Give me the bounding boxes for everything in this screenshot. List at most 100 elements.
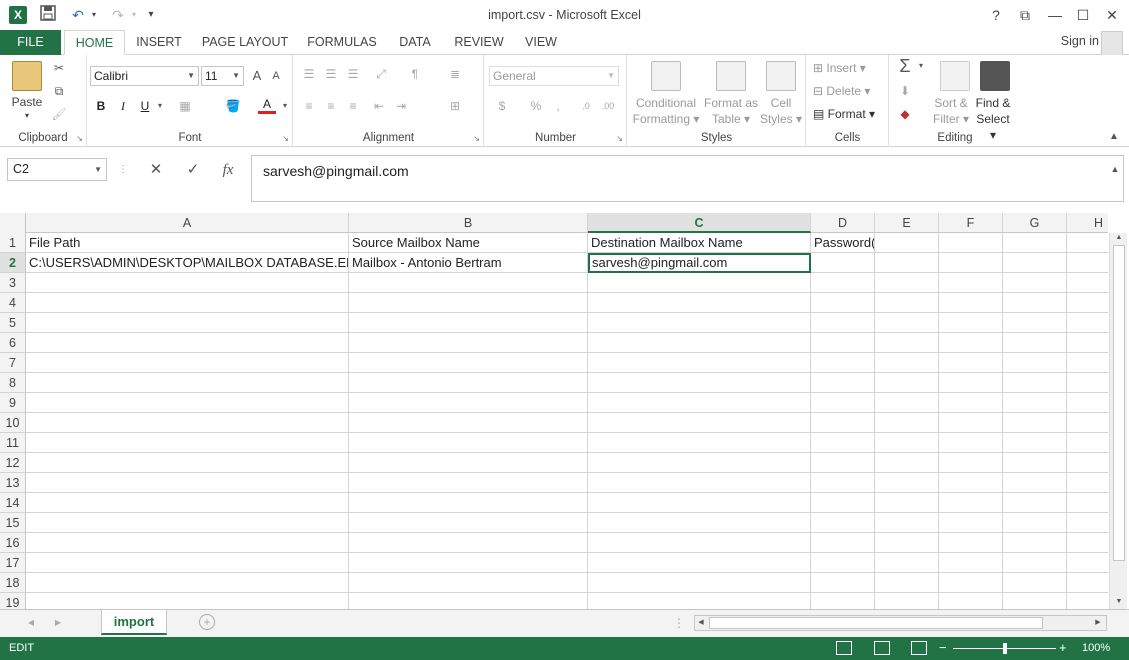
tab-view[interactable]: VIEW [521, 30, 561, 55]
cell-a1[interactable]: File Path [26, 233, 349, 253]
column-header-g[interactable]: G [1003, 213, 1067, 233]
cell-b19[interactable] [349, 593, 588, 609]
font-color-dropdown-icon[interactable]: ▾ [276, 97, 294, 115]
cell-c13[interactable] [588, 473, 811, 493]
prev-sheet-icon[interactable]: ◀ [22, 614, 40, 632]
ribbon-display-options-icon[interactable]: ⧉ [1012, 3, 1038, 27]
cell-a4[interactable] [26, 293, 349, 313]
cell-d6[interactable] [811, 333, 875, 353]
cell-b8[interactable] [349, 373, 588, 393]
align-middle-icon[interactable]: ☰ [322, 65, 340, 83]
row-header-18[interactable]: 18 [0, 573, 26, 593]
borders-icon[interactable]: ▦ [176, 97, 194, 115]
cell-g6[interactable] [1003, 333, 1067, 353]
cell-a6[interactable] [26, 333, 349, 353]
cell-c12[interactable] [588, 453, 811, 473]
cell-c15[interactable] [588, 513, 811, 533]
cell-a14[interactable] [26, 493, 349, 513]
cell-e6[interactable] [875, 333, 939, 353]
next-sheet-icon[interactable]: ▶ [49, 614, 67, 632]
cell-a15[interactable] [26, 513, 349, 533]
cell-a19[interactable] [26, 593, 349, 609]
tab-insert[interactable]: INSERT [134, 30, 184, 55]
cell-g4[interactable] [1003, 293, 1067, 313]
row-header-9[interactable]: 9 [0, 393, 26, 413]
cell-g14[interactable] [1003, 493, 1067, 513]
row-header-12[interactable]: 12 [0, 453, 26, 473]
cell-a13[interactable] [26, 473, 349, 493]
cell-g5[interactable] [1003, 313, 1067, 333]
percent-icon[interactable]: % [527, 97, 545, 115]
zoom-in-button[interactable]: + [1059, 640, 1067, 655]
cell-c19[interactable] [588, 593, 811, 609]
expand-formula-bar-icon[interactable]: ▲ [1106, 160, 1124, 178]
horizontal-scroll-thumb[interactable] [709, 617, 1043, 629]
cell-h13[interactable] [1067, 473, 1108, 493]
cell-d2[interactable] [811, 253, 875, 273]
clear-icon[interactable]: ◆ [896, 105, 914, 123]
find-select-icon[interactable] [980, 61, 1010, 91]
cell-b17[interactable] [349, 553, 588, 573]
cell-b5[interactable] [349, 313, 588, 333]
conditional-formatting-icon[interactable] [651, 61, 681, 91]
tab-review[interactable]: REVIEW [451, 30, 507, 55]
formula-input[interactable]: sarvesh@pingmail.com [251, 155, 1124, 202]
row-header-16[interactable]: 16 [0, 533, 26, 553]
cell-c9[interactable] [588, 393, 811, 413]
cell-styles-button[interactable]: Cell Styles ▾ [758, 95, 804, 127]
cell-g2[interactable] [1003, 253, 1067, 273]
row-header-5[interactable]: 5 [0, 313, 26, 333]
align-right-icon[interactable]: ≡ [344, 97, 362, 115]
wrap-text-icon[interactable]: ¶ [406, 65, 424, 83]
cell-d11[interactable] [811, 433, 875, 453]
cell-h4[interactable] [1067, 293, 1108, 313]
cell-f11[interactable] [939, 433, 1003, 453]
cell-c14[interactable] [588, 493, 811, 513]
zoom-slider-thumb[interactable] [1003, 643, 1007, 654]
font-size-select[interactable]: 11 ▼ [201, 66, 244, 86]
cell-g9[interactable] [1003, 393, 1067, 413]
page-layout-view-icon[interactable] [874, 641, 890, 655]
currency-icon[interactable]: $ [493, 97, 511, 115]
cell-e16[interactable] [875, 533, 939, 553]
cell-g16[interactable] [1003, 533, 1067, 553]
cell-d4[interactable] [811, 293, 875, 313]
insert-function-button[interactable]: fx [218, 160, 238, 180]
cell-a8[interactable] [26, 373, 349, 393]
cell-c2[interactable]: sarvesh@pingmail.com [588, 253, 811, 273]
sort-filter-button[interactable]: Sort & Filter ▾ [930, 95, 972, 127]
sheet-tab-import[interactable]: import [101, 610, 167, 635]
row-header-1[interactable]: 1 [0, 233, 26, 253]
cell-g11[interactable] [1003, 433, 1067, 453]
row-header-11[interactable]: 11 [0, 433, 26, 453]
cell-f14[interactable] [939, 493, 1003, 513]
cell-e1[interactable] [875, 233, 939, 253]
comma-icon[interactable]: , [549, 97, 567, 115]
row-header-13[interactable]: 13 [0, 473, 26, 493]
cell-a5[interactable] [26, 313, 349, 333]
format-cells-button[interactable]: ▤ Format ▾ [813, 107, 887, 121]
cut-icon[interactable]: ✂ [50, 59, 68, 77]
sign-in-link[interactable]: Sign in [1061, 34, 1099, 48]
row-header-8[interactable]: 8 [0, 373, 26, 393]
cell-g18[interactable] [1003, 573, 1067, 593]
cell-a7[interactable] [26, 353, 349, 373]
cell-a16[interactable] [26, 533, 349, 553]
insert-cells-button[interactable]: ⊞ Insert ▾ [813, 61, 887, 75]
cell-f6[interactable] [939, 333, 1003, 353]
select-all-corner[interactable] [0, 213, 26, 233]
column-header-f[interactable]: F [939, 213, 1003, 233]
cell-g7[interactable] [1003, 353, 1067, 373]
font-name-select[interactable]: Calibri ▼ [90, 66, 199, 86]
cell-c17[interactable] [588, 553, 811, 573]
cell-b7[interactable] [349, 353, 588, 373]
row-header-10[interactable]: 10 [0, 413, 26, 433]
cell-g1[interactable] [1003, 233, 1067, 253]
cell-f19[interactable] [939, 593, 1003, 609]
column-header-h[interactable]: H [1067, 213, 1108, 233]
cell-g8[interactable] [1003, 373, 1067, 393]
cell-c5[interactable] [588, 313, 811, 333]
decrease-decimal-icon[interactable]: .00 [599, 97, 617, 115]
name-box[interactable]: C2 ▼ [7, 158, 107, 181]
cell-g10[interactable] [1003, 413, 1067, 433]
